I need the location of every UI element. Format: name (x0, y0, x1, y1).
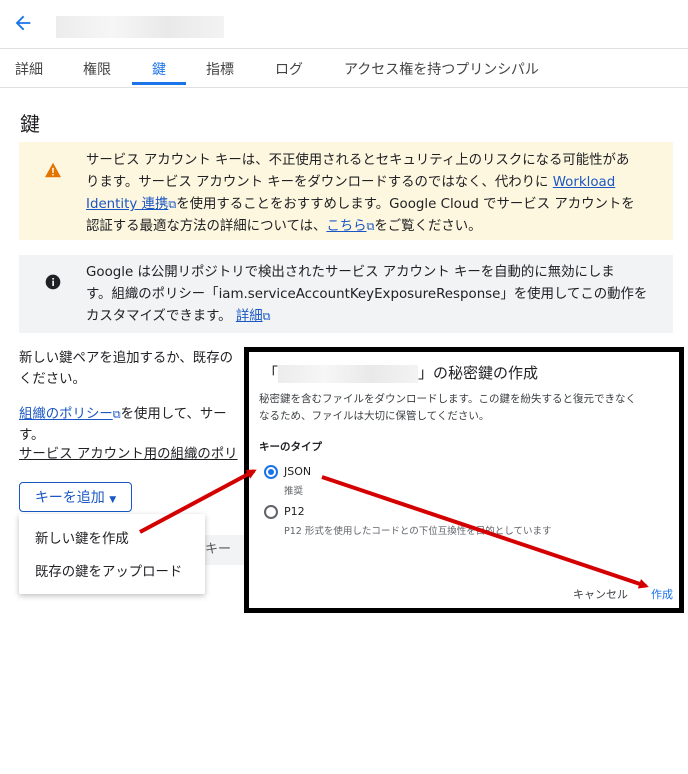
arrow-menu-to-json (139, 469, 257, 534)
arrow-json-to-create (321, 475, 649, 589)
annotation-arrows (139, 469, 649, 589)
